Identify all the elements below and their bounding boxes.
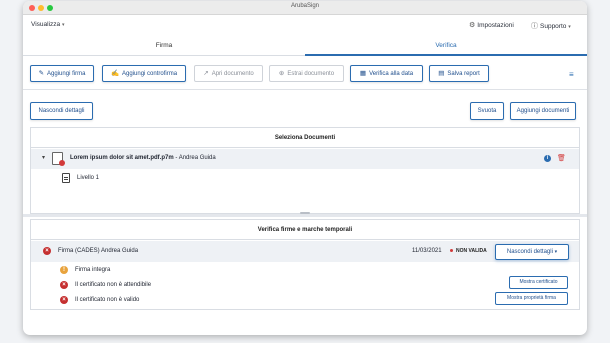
help-icon: ⓘ (531, 23, 538, 30)
chevron-down-icon: ▾ (554, 249, 558, 255)
aggiungi-controfirma-label: Aggiungi controfirma (122, 71, 178, 77)
error-icon: × (43, 247, 51, 255)
toolbar: ✎ Aggiungi firma ✍ Aggiungi controfirma ↗ A… (23, 58, 587, 90)
apri-documento-button[interactable]: ↗ Apri documento (194, 65, 263, 82)
verifica-alla-data-label: Verifica alla data (369, 71, 414, 77)
document-row[interactable]: ▾ Lorem ipsum dolor sit amet.pdf.p7m - A… (31, 149, 579, 169)
menu-bar: Visualizza ▾ ⚙ Impostazioni ⓘ Supporto ▾ (23, 16, 587, 34)
panel-splitter[interactable] (23, 214, 587, 217)
verification-panel-title: Verifica firme e marche temporali (31, 220, 579, 240)
error-icon: × (60, 296, 68, 304)
aggiungi-firma-label: Aggiungi firma (47, 71, 86, 77)
window-title: ArubaSign (290, 3, 320, 9)
status-badge: NON VALIDA (450, 248, 487, 254)
mostra-proprieta-firma-button[interactable]: Mostra proprietà firma (495, 292, 568, 305)
signature-icon: ✎ (38, 70, 45, 77)
tab-bar: Firma Verifica (23, 36, 587, 56)
trash-icon[interactable]: 🗑 (557, 154, 566, 162)
supporto-label: Supporto (540, 23, 567, 30)
tab-firma[interactable]: Firma (23, 36, 305, 56)
aggiungi-controfirma-button[interactable]: ✍ Aggiungi controfirma (102, 65, 186, 82)
gear-icon: ⚙ (469, 22, 476, 29)
info-icon[interactable]: i (544, 155, 551, 162)
nascondi-dettagli-dropdown-label: Nascondi dettagli (506, 249, 553, 255)
nascondi-dettagli-dropdown[interactable]: Nascondi dettagli ▾ (495, 244, 569, 260)
seal-icon (59, 160, 65, 166)
level-row[interactable]: Livello 1 (31, 170, 579, 188)
save-icon: ▤ (438, 70, 445, 77)
svuota-button[interactable]: Svuota (470, 102, 504, 120)
visualizza-label: Visualizza (31, 21, 61, 28)
check-firma-integra: Firma integra (75, 267, 111, 273)
signature-name: Firma (CADES) Andrea Guida (58, 248, 139, 254)
app-window: ArubaSign Visualizza ▾ ⚙ Impostazioni ⓘ Su… (23, 1, 587, 335)
level-label: Livello 1 (77, 175, 100, 181)
countersign-icon: ✍ (110, 70, 120, 77)
verifica-alla-data-button[interactable]: ▦ Verifica alla data (350, 65, 423, 82)
signed-file-icon (52, 152, 65, 166)
aggiungi-documenti-button[interactable]: Aggiungi documenti (510, 102, 576, 120)
warning-icon: ! (60, 266, 68, 274)
estrai-documento-label: Estrai documento (287, 71, 335, 77)
check-certificato-valido: Il certificato non è valido (75, 297, 140, 303)
documents-panel: Seleziona Documenti ▾ Lorem ipsum dolor … (30, 127, 580, 214)
verification-panel: Verifica firme e marche temporali × Firm… (30, 219, 580, 310)
chevron-down-icon: ▾ (61, 22, 65, 28)
mostra-certificato-button[interactable]: Mostra certificato (509, 276, 568, 289)
signature-date: 11/03/2021 (412, 248, 442, 254)
chevron-down-icon[interactable]: ▾ (42, 154, 45, 161)
signature-row[interactable]: × Firma (CADES) Andrea Guida 11/03/2021 … (31, 241, 579, 262)
document-author: - Andrea Guida (173, 155, 216, 161)
apri-documento-label: Apri documento (211, 71, 254, 77)
extract-icon: ⊕ (278, 70, 285, 77)
status-dot-icon (450, 249, 453, 253)
estrai-documento-button[interactable]: ⊕ Estrai documento (269, 65, 344, 82)
supporto-menu[interactable]: ⓘ Supporto ▾ (531, 21, 571, 31)
check-certificato-attendibile: Il certificato non è attendibile (75, 282, 152, 288)
impostazioni-label: Impostazioni (477, 22, 514, 29)
splitter-grip-icon[interactable] (300, 212, 310, 214)
chevron-down-icon: ▾ (568, 24, 571, 30)
open-document-icon: ↗ (203, 70, 209, 77)
filter-icon[interactable]: ≡ (569, 70, 574, 79)
impostazioni-menu[interactable]: ⚙ Impostazioni (469, 21, 514, 29)
document-icon (62, 173, 70, 183)
error-icon: × (60, 281, 68, 289)
visualizza-menu[interactable]: Visualizza ▾ (31, 21, 64, 28)
status-label: NON VALIDA (456, 248, 487, 254)
document-file-name: Lorem ipsum dolor sit amet.pdf.p7m (70, 155, 174, 161)
calendar-icon: ▦ (359, 70, 367, 77)
salva-report-label: Salva report (447, 71, 480, 77)
document-name: Lorem ipsum dolor sit amet.pdf.p7m - And… (70, 155, 216, 161)
tab-verifica[interactable]: Verifica (305, 36, 587, 56)
nascondi-dettagli-button[interactable]: Nascondi dettagli (30, 102, 93, 120)
aggiungi-firma-button[interactable]: ✎ Aggiungi firma (30, 65, 94, 82)
documents-panel-title: Seleziona Documenti (31, 128, 579, 148)
title-bar: ArubaSign (23, 1, 587, 15)
salva-report-button[interactable]: ▤ Salva report (429, 65, 489, 82)
